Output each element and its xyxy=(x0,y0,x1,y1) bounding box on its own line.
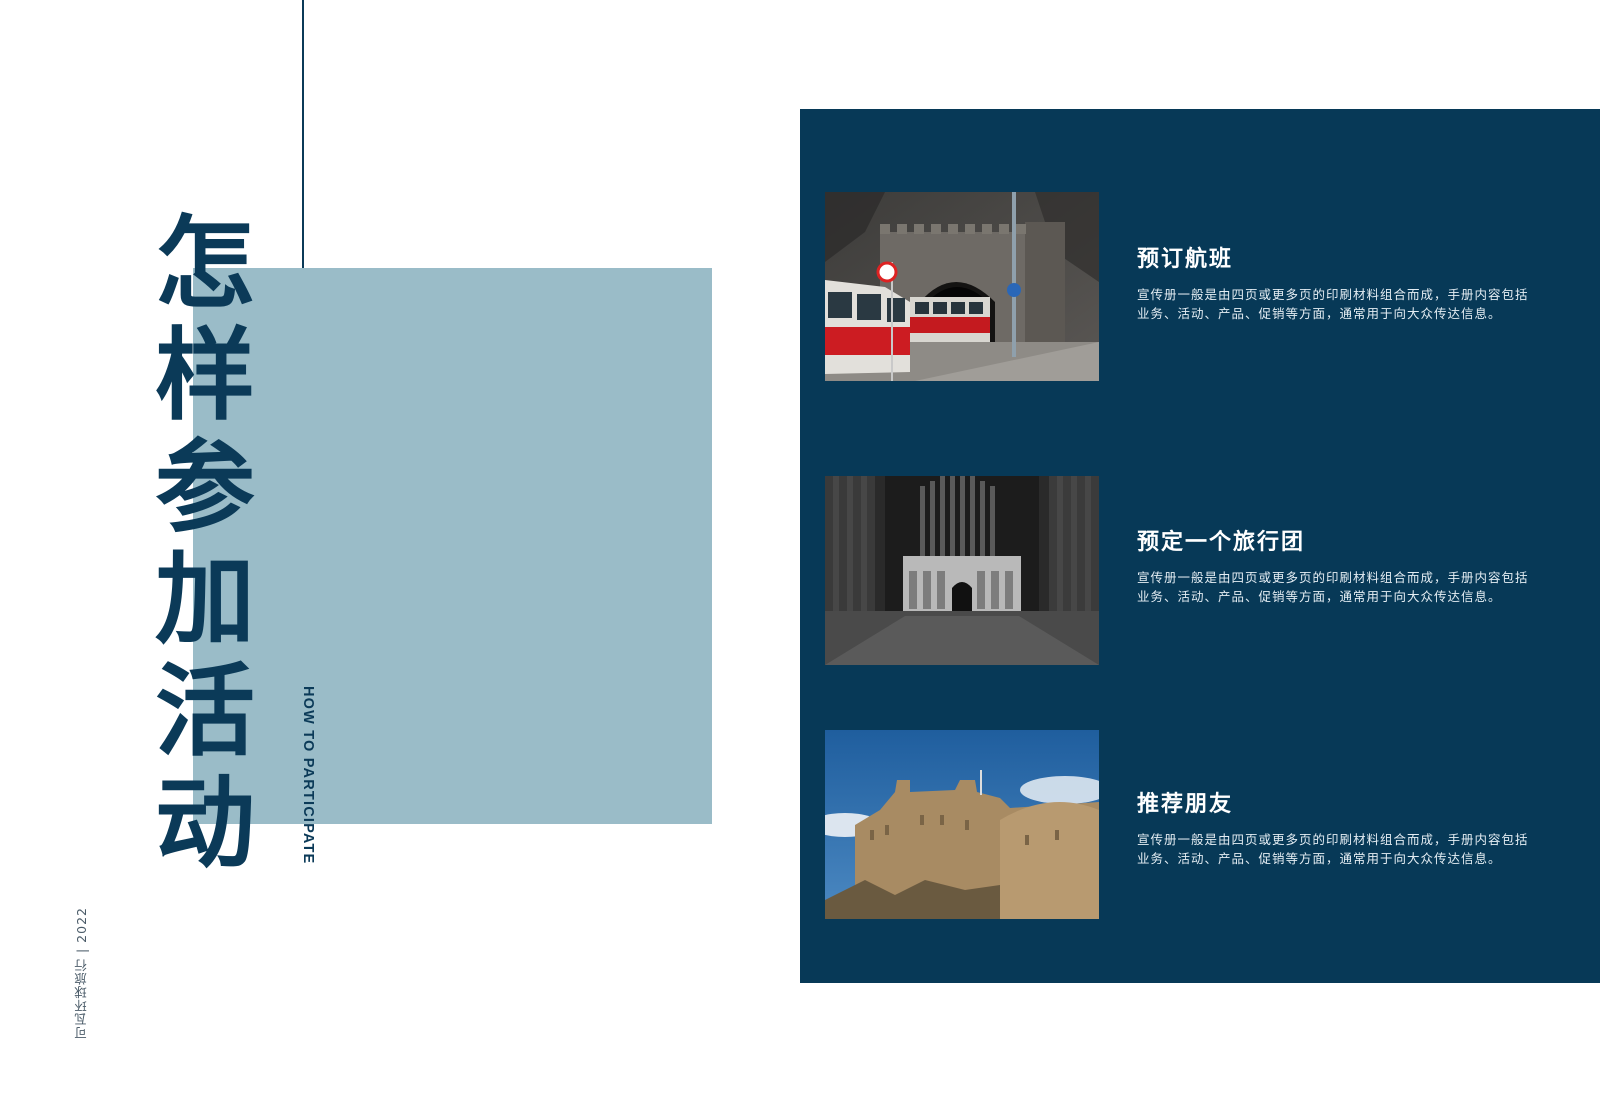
item-text: 预定一个旅行团 宣传册一般是由四页或更多页的印刷材料组合而成，手册内容包括业务、… xyxy=(1137,524,1537,606)
page-title: 怎 样 参 加 活 动 xyxy=(150,208,260,880)
cathedral-interior-photo xyxy=(825,476,1099,665)
item-heading: 预定一个旅行团 xyxy=(1137,530,1306,555)
castle-photo xyxy=(825,730,1099,919)
title-char: 参 xyxy=(155,429,255,546)
page-subtitle: HOW TO PARTICIPATE xyxy=(300,686,316,865)
title-char: 样 xyxy=(155,317,255,434)
item-heading: 预订航班 xyxy=(1137,247,1234,272)
title-char: 怎 xyxy=(155,205,255,322)
brochure-page: 怎 样 参 加 活 动 HOW TO PARTICIPATE 可瓦环球旅行 | … xyxy=(0,0,1600,1093)
list-item: 推荐朋友 宣传册一般是由四页或更多页的印刷材料组合而成，手册内容包括业务、活动、… xyxy=(825,730,1555,920)
item-body: 宣传册一般是由四页或更多页的印刷材料组合而成，手册内容包括业务、活动、产品、促销… xyxy=(1137,832,1529,866)
title-char: 加 xyxy=(155,541,255,658)
item-text: 预订航班 宣传册一般是由四页或更多页的印刷材料组合而成，手册内容包括业务、活动、… xyxy=(1137,241,1537,323)
item-heading: 推荐朋友 xyxy=(1137,792,1234,817)
title-char: 活 xyxy=(155,653,255,770)
tram-tunnel-photo xyxy=(825,192,1099,381)
list-item: 预订航班 宣传册一般是由四页或更多页的印刷材料组合而成，手册内容包括业务、活动、… xyxy=(825,192,1555,382)
item-body: 宣传册一般是由四页或更多页的印刷材料组合而成，手册内容包括业务、活动、产品、促销… xyxy=(1137,287,1529,321)
footer-brand-year: 可瓦环球旅行 | 2022 xyxy=(74,907,89,1039)
light-blue-block xyxy=(193,268,712,824)
list-item: 预定一个旅行团 宣传册一般是由四页或更多页的印刷材料组合而成，手册内容包括业务、… xyxy=(825,476,1555,666)
item-text: 推荐朋友 宣传册一般是由四页或更多页的印刷材料组合而成，手册内容包括业务、活动、… xyxy=(1137,786,1537,868)
item-body: 宣传册一般是由四页或更多页的印刷材料组合而成，手册内容包括业务、活动、产品、促销… xyxy=(1137,570,1529,604)
title-char: 动 xyxy=(155,765,255,882)
